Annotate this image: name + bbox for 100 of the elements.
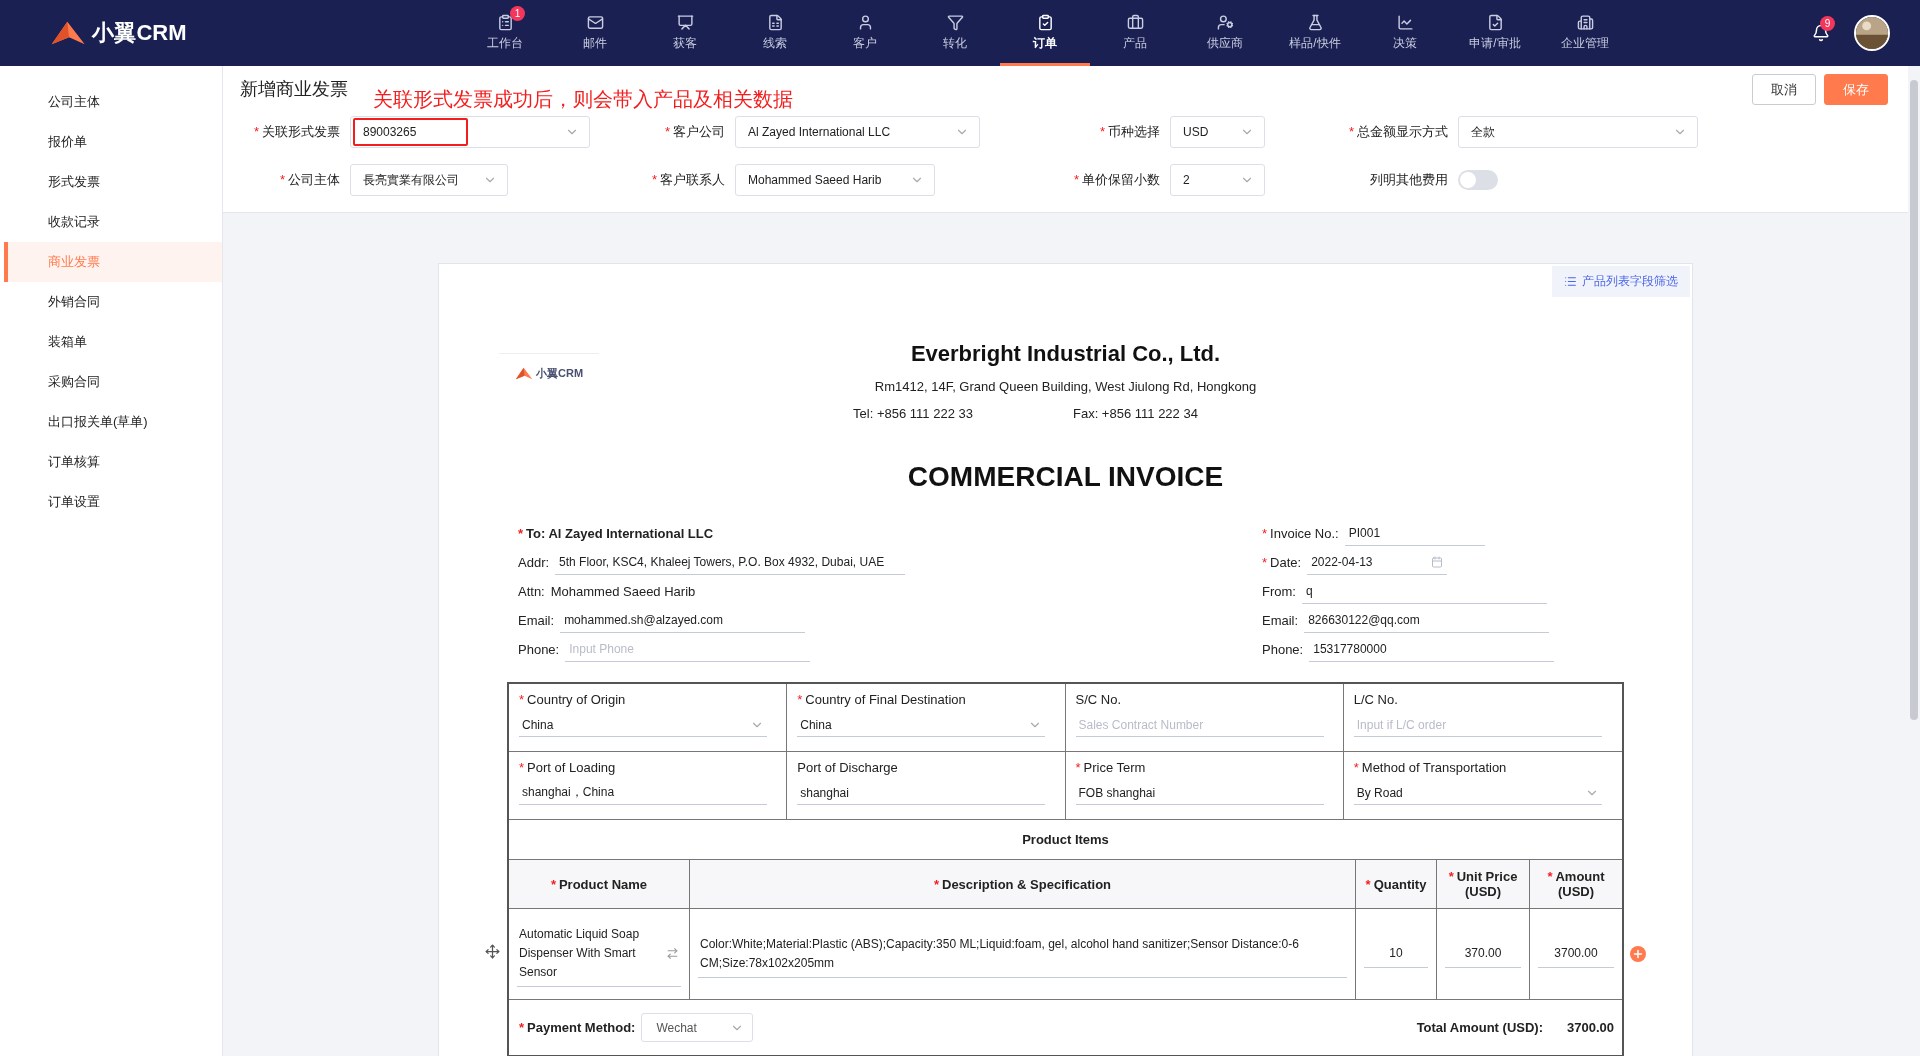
input-field[interactable]: PI001	[1344, 521, 1485, 546]
nav-tab[interactable]: 产品	[1090, 0, 1180, 66]
field-label: * Country of Origin	[519, 692, 627, 707]
select-field[interactable]: 長亮實業有限公司	[350, 164, 508, 196]
field-filter-link[interactable]: 产品列表字段筛选	[1552, 266, 1690, 297]
field-value: Mohammed Saeed Harib	[550, 584, 697, 599]
mail-icon	[586, 14, 604, 31]
field-label: * 客户公司	[663, 123, 725, 141]
sidebar-item[interactable]: 形式发票	[4, 162, 222, 202]
field-label: * Price Term	[1075, 760, 1147, 775]
field-label: L/C No.	[1353, 692, 1399, 707]
select-field[interactable]: USD	[1170, 116, 1265, 148]
field-label: * 总金额显示方式	[1347, 123, 1448, 141]
logo-text: 小翼CRM	[92, 19, 187, 47]
field-label: * 客户联系人	[650, 171, 725, 189]
sidebar-item[interactable]: 订单核算	[4, 442, 222, 482]
input-field[interactable]: mohammed.sh@alzayed.com	[560, 608, 806, 633]
nav-tab[interactable]: 决策	[1360, 0, 1450, 66]
sidebar-item[interactable]: 装箱单	[4, 322, 222, 362]
nav-tab[interactable]: 供应商	[1180, 0, 1270, 66]
spreadsheet-icon	[766, 14, 784, 31]
sidebar-item[interactable]: 报价单	[4, 122, 222, 162]
nav-tab[interactable]: 线索	[730, 0, 820, 66]
field-label: * 单价保留小数	[1072, 171, 1160, 189]
list-icon	[1564, 275, 1577, 288]
column-header: * Quantity	[1356, 860, 1437, 909]
nav-tab[interactable]: 邮件	[550, 0, 640, 66]
avatar[interactable]	[1854, 15, 1890, 51]
column-header: * Description & Specification	[690, 860, 1356, 909]
field-label: 列明其他费用	[1369, 171, 1448, 189]
swap-icon[interactable]	[666, 947, 679, 960]
field-label: Addr:	[518, 555, 550, 570]
toggle-switch[interactable]	[1458, 170, 1498, 190]
input-field[interactable]: shanghai，China	[519, 781, 767, 805]
chart-icon	[1396, 14, 1414, 31]
logo-icon	[50, 20, 87, 46]
field-label: * 公司主体	[278, 171, 340, 189]
sidebar-item[interactable]: 出口报关单(草单)	[4, 402, 222, 442]
input-field[interactable]: 5th Floor, KSC4, Khaleej Towers, P.O. Box 4932, Dubai, UAE	[555, 550, 906, 575]
input-field[interactable]: q	[1301, 579, 1547, 604]
sidebar-item[interactable]: 公司主体	[4, 82, 222, 122]
nav-tab[interactable]: 工作台 1	[460, 0, 550, 66]
field-label: * Port of Loading	[519, 760, 617, 775]
select-field[interactable]: 2	[1170, 164, 1265, 196]
page-title: 新增商业发票	[240, 78, 348, 101]
input-field[interactable]: 10	[1364, 940, 1428, 968]
select-field[interactable]: 89003265	[350, 116, 590, 148]
scrollbar[interactable]	[1910, 80, 1918, 720]
input-field[interactable]: shanghai	[797, 781, 1046, 805]
flask-icon	[1306, 14, 1324, 31]
nav-tab[interactable]: 企业管理	[1540, 0, 1630, 66]
input-field[interactable]: Color:White;Material:Plastic (ABS);Capacity:350 ML;Liquid:foam, gel, alcohol hand sanitizer;Sensor Distance:0-6 CM;Size:78x102x205mm	[698, 930, 1347, 978]
field-label: Phone:	[518, 642, 560, 657]
filter-icon	[946, 14, 964, 31]
column-header: * Amount (USD)	[1530, 860, 1622, 909]
select-field[interactable]: Mohammed Saeed Harib	[735, 164, 935, 196]
field-label: Email:	[518, 613, 555, 628]
field-label: * 币种选择	[1098, 123, 1160, 141]
field-label: Email:	[1262, 613, 1299, 628]
column-header: * Unit Price (USD)	[1437, 860, 1530, 909]
select-field[interactable]: 全款	[1458, 116, 1698, 148]
count-badge: 1	[510, 6, 525, 21]
select-field[interactable]: China	[519, 713, 767, 737]
invoice-title: COMMERCIAL INVOICE	[906, 461, 1225, 493]
add-row-button[interactable]	[1630, 946, 1646, 962]
sidebar-item[interactable]: 采购合同	[4, 362, 222, 402]
field-label: * Payment Method:	[519, 1020, 636, 1035]
select-field[interactable]: By Road	[1353, 781, 1602, 805]
building-icon	[1576, 14, 1594, 31]
select-field[interactable]: China	[797, 713, 1046, 737]
presentation-icon	[676, 14, 694, 31]
input-field[interactable]: 3700.00	[1538, 940, 1614, 968]
nav-tab[interactable]: 转化	[910, 0, 1000, 66]
move-icon[interactable]	[485, 944, 500, 959]
input-field[interactable]: 826630122@qq.com	[1304, 608, 1550, 633]
logo-icon	[514, 367, 534, 380]
total-label: Total Amount (USD):	[1416, 1020, 1543, 1035]
nav-tab[interactable]: 样品/快件	[1270, 0, 1360, 66]
input-field[interactable]: 370.00	[1445, 940, 1521, 968]
field-label: * Invoice No.:	[1262, 526, 1339, 541]
field-label: Attn:	[518, 584, 545, 599]
cancel-button[interactable]: 取消	[1752, 74, 1816, 105]
sidebar-item[interactable]: 外销合同	[4, 282, 222, 322]
select-field[interactable]: Wechat	[641, 1013, 754, 1042]
nav-tab[interactable]: 客户	[820, 0, 910, 66]
nav-tab[interactable]: 获客	[640, 0, 730, 66]
field-label: * 关联形式发票	[252, 123, 340, 141]
field-label: From:	[1262, 584, 1296, 599]
company-address: Rm1412, 14F, Grand Queen Building, West Jiulong Rd, Hongkong	[874, 379, 1257, 394]
nav-tab[interactable]: 申请/审批	[1450, 0, 1540, 66]
clipboard-check-icon	[1036, 14, 1054, 31]
input-field[interactable]: 15317780000	[1309, 637, 1555, 662]
sidebar-item[interactable]: 收款记录	[4, 202, 222, 242]
select-field[interactable]: Al Zayed International LLC	[735, 116, 980, 148]
annotation-text: 关联形式发票成功后，则会带入产品及相关数据	[373, 86, 793, 112]
input-field[interactable]: 2022-04-13	[1307, 550, 1448, 575]
sidebar-item[interactable]: 订单设置	[4, 482, 222, 522]
company-tel: Tel: +856 111 222 33	[853, 406, 973, 421]
input-field[interactable]: FOB shanghai	[1075, 781, 1324, 805]
input-field[interactable]: Automatic Liquid Soap Dispenser With Smart Sensor	[517, 921, 681, 987]
